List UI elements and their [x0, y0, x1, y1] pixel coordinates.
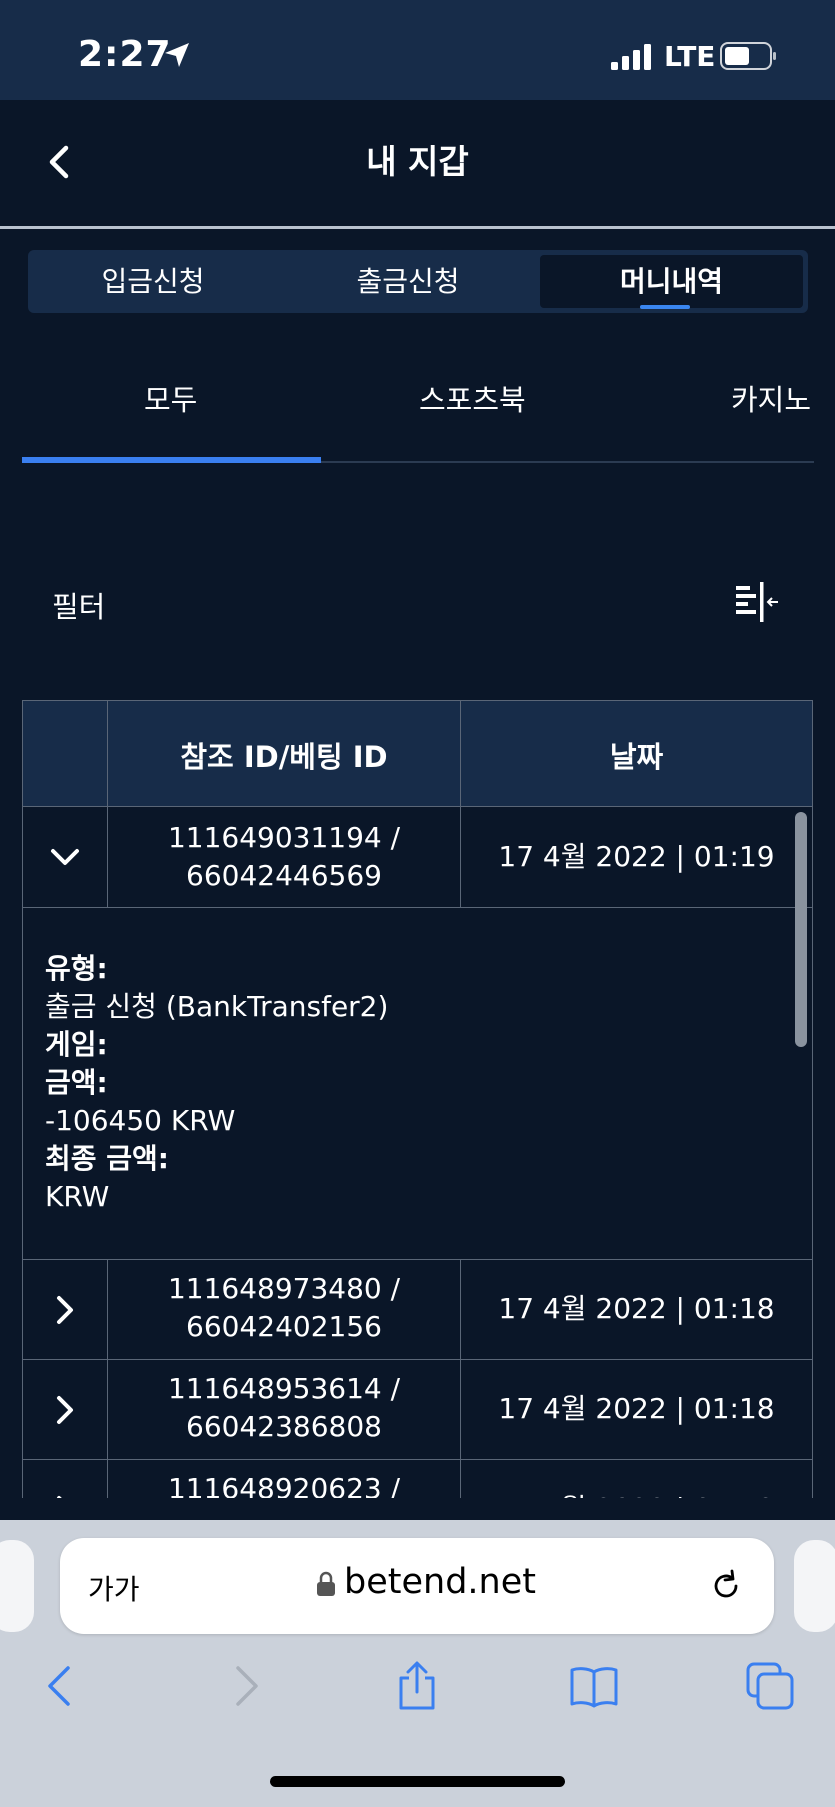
tab-casino[interactable]: 카지노 [731, 380, 811, 420]
bet-id: 66042386808 [186, 1410, 382, 1443]
reload-icon[interactable] [708, 1568, 744, 1604]
home-indicator [270, 1776, 565, 1787]
table-row-ref: 111648973480 / 66042402156 [108, 1260, 461, 1360]
table-row-ref: 111648953614 / 66042386808 [108, 1360, 461, 1460]
browser-back-icon[interactable] [36, 1660, 88, 1712]
tab-active-indicator [22, 457, 321, 463]
row-date: 17 4월 2022 | 01:18 [498, 1392, 775, 1425]
table-scrollbar[interactable] [795, 812, 807, 1047]
table-row-ref: 111649031194 / 66042446569 [108, 807, 461, 908]
chevron-right-icon[interactable] [45, 1390, 85, 1430]
header-date-label: 날짜 [609, 740, 664, 774]
header-ref-id-label: 참조 ID/베팅 ID [180, 740, 388, 774]
row-date: 17 4월 2022 | 01:18 [498, 1292, 775, 1325]
address-bar[interactable]: 가가 betend.net [60, 1538, 774, 1634]
filter-label[interactable]: 필터 [52, 584, 105, 626]
location-arrow-icon [165, 43, 189, 67]
segment-deposit-request[interactable]: 입금신청 [28, 250, 278, 313]
tabs-icon[interactable] [744, 1660, 796, 1712]
detail-amount-value: -106450 KRW [45, 1104, 236, 1137]
segment-withdraw-request[interactable]: 출금신청 [283, 250, 533, 313]
ref-id: 111648973480 / [167, 1272, 401, 1305]
bookmarks-icon[interactable] [568, 1660, 620, 1712]
header-ref-id: 참조 ID/베팅 ID [108, 700, 461, 807]
detail-game-label: 게임: [45, 1028, 108, 1061]
text-size-button[interactable]: 가가 [88, 1568, 140, 1608]
cellular-signal-icon [611, 44, 651, 70]
tab-sportsbook[interactable]: 스포츠북 [419, 380, 526, 420]
status-bar: 2:27 LTE [0, 0, 835, 100]
chevron-right-icon[interactable] [45, 1290, 85, 1330]
table-header: 참조 ID/베팅 ID 날짜 [22, 700, 813, 807]
browser-forward-icon[interactable] [218, 1660, 270, 1712]
detail-content: 유형: 출금 신청 (BankTransfer2) 게임: 금액: -10645… [45, 950, 388, 1216]
ref-id: 111648920623 / [167, 1472, 401, 1498]
url-text[interactable]: betend.net [344, 1562, 536, 1602]
share-icon[interactable] [391, 1660, 443, 1712]
ref-id: 111649031194 / [167, 821, 401, 854]
tab-all[interactable]: 모두 [144, 380, 197, 420]
filter-toggle-icon[interactable] [734, 580, 780, 624]
header-divider [0, 226, 835, 229]
transaction-table: 참조 ID/베팅 ID 날짜 111649031194 / 6604244656… [22, 700, 813, 1498]
next-tab-preview[interactable] [794, 1540, 835, 1632]
row-date: 17 4월 2022 | 01:19 [498, 840, 775, 873]
bet-id: 66042446569 [186, 859, 382, 892]
table-row-date: 17 4월 2022 | 01:18 [461, 1460, 813, 1498]
detail-amount-label: 금액: [45, 1066, 108, 1099]
network-type: LTE [664, 40, 716, 73]
table-row-ref: 111648920623 / [108, 1460, 461, 1498]
bet-id: 66042402156 [186, 1310, 382, 1343]
header-expand-cell [22, 700, 108, 807]
detail-final-value: KRW [45, 1180, 110, 1213]
row-date: 17 4월 2022 | 01:18 [461, 1490, 812, 1498]
detail-type-value: 출금 신청 (BankTransfer2) [45, 990, 389, 1023]
detail-final-label: 최종 금액: [45, 1142, 169, 1175]
detail-type-label: 유형: [45, 952, 108, 985]
browser-toolbar: 가가 betend.net [0, 1520, 835, 1807]
segment-active-indicator [640, 305, 690, 309]
row-toggle[interactable] [22, 1460, 108, 1498]
battery-icon [720, 42, 776, 70]
row-toggle[interactable] [22, 1260, 108, 1360]
ref-id: 111648953614 / [167, 1372, 401, 1405]
row-toggle[interactable] [22, 807, 108, 908]
prev-tab-preview[interactable] [0, 1540, 34, 1632]
status-time: 2:27 [78, 34, 172, 75]
lock-icon [317, 1571, 335, 1596]
header-date: 날짜 [461, 700, 813, 807]
chevron-down-icon[interactable] [45, 837, 85, 877]
row-detail-panel: 유형: 출금 신청 (BankTransfer2) 게임: 금액: -10645… [22, 908, 813, 1260]
table-row-date: 17 4월 2022 | 01:18 [461, 1260, 813, 1360]
wallet-segmented-control: 입금신청 출금신청 머니내역 [28, 250, 808, 313]
table-row-date: 17 4월 2022 | 01:18 [461, 1360, 813, 1460]
table-row-date: 17 4월 2022 | 01:19 [461, 807, 813, 908]
segment-money-history[interactable]: 머니내역 [540, 255, 803, 308]
chevron-right-icon[interactable] [45, 1490, 85, 1498]
page-title: 내 지갑 [366, 142, 469, 181]
row-toggle[interactable] [22, 1360, 108, 1460]
